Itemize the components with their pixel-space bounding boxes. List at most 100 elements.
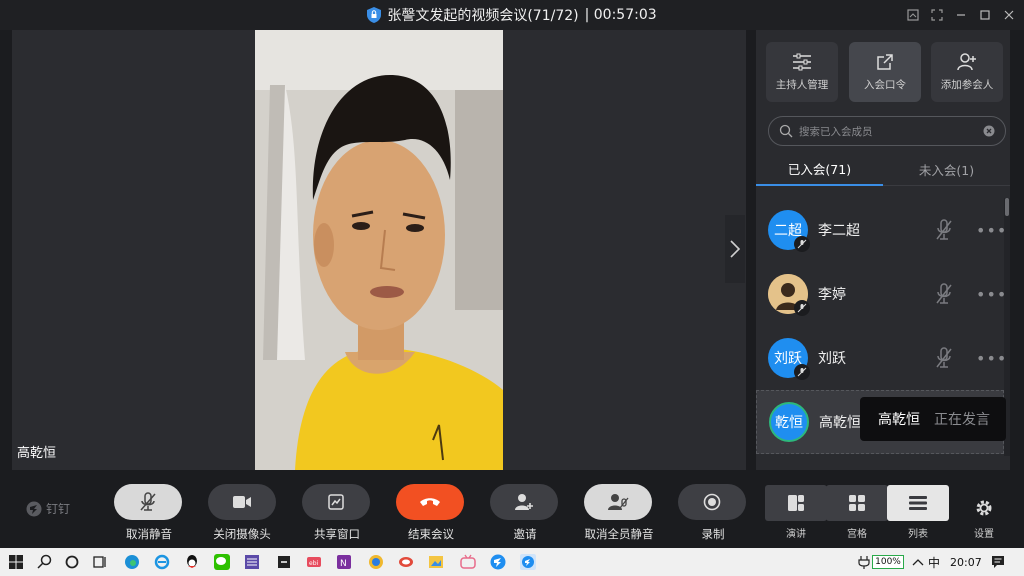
task-view-icon[interactable] [92,554,108,570]
unmute-label: 取消静音 [126,527,172,541]
svg-text:ebi: ebi [309,560,319,567]
tab-not-joined[interactable]: 未入会(1) [883,152,1010,186]
dingtalk-brand: 钉钉 [26,500,70,517]
record-button[interactable] [678,484,746,520]
app-icon[interactable] [398,554,414,570]
member-name: 李婷 [818,287,846,303]
ie-browser-icon[interactable] [154,554,170,570]
more-options-icon[interactable]: ••• [976,285,1007,304]
mic-muted-icon [140,492,156,511]
speaking-status: 正在发言 [934,412,990,428]
notes-icon[interactable] [276,554,292,570]
clock[interactable]: 20:07 [950,548,982,576]
member-row[interactable]: 李婷 ••• [756,262,1007,326]
dingtalk-icon[interactable] [490,554,506,570]
shield-lock-icon [367,7,382,23]
end-meeting-label: 结束会议 [408,527,454,541]
more-options-icon[interactable]: ••• [976,349,1007,368]
member-row[interactable]: 二超 李二超 ••• [756,198,1007,262]
host-management-label: 主持人管理 [775,78,829,91]
member-tabs: 已入会(71) 未入会(1) [756,152,1010,186]
ime-indicator[interactable]: 中 [928,548,940,576]
sliders-icon [793,53,811,70]
share-window-label: 共享窗口 [314,527,360,541]
member-name: 高乾恒 [819,415,861,431]
avatar: 刘跃 [768,338,810,380]
mic-muted-icon[interactable] [934,218,954,242]
camera-off-button[interactable] [208,484,276,520]
more-options-icon[interactable]: ••• [976,221,1007,240]
next-page-button[interactable] [725,215,745,283]
grid-view-label: 宫格 [847,529,867,540]
add-participant-button[interactable]: 添加参会人 [931,42,1003,102]
window-title: 张謦文发起的视频会议(71/72) | 00:57:03 [0,0,1024,30]
speaker-name-label: 高乾恒 [17,446,57,461]
avatar [768,274,810,316]
video-app-icon[interactable]: ebi [306,554,322,570]
host-management-button[interactable]: 主持人管理 [766,42,838,102]
meeting-timer: | 00:57:03 [584,7,657,23]
camera-off-label: 关闭摄像头 [213,527,271,541]
grid-view-button[interactable] [826,485,888,521]
onenote-icon[interactable]: N [336,554,352,570]
speaker-view-icon [788,495,804,511]
scrollbar-thumb[interactable] [1005,198,1009,216]
speaking-name: 高乾恒 [878,412,920,428]
mic-badge-icon [794,364,810,380]
minimize-button[interactable] [954,5,968,25]
browser-icon[interactable] [368,554,384,570]
member-search-box[interactable]: 搜索已入会成员 [768,116,1006,146]
chevron-right-icon [730,240,741,258]
app-icon[interactable] [244,554,260,570]
speaker-view-label: 演讲 [786,529,806,540]
invite-label: 邀请 [513,527,537,541]
unmute-button[interactable] [114,484,182,520]
bilibili-icon[interactable] [460,554,476,570]
notification-icon[interactable] [990,554,1006,570]
screenshot-icon[interactable] [906,5,920,25]
clear-search-icon[interactable] [983,125,995,137]
avatar: 乾恒 [769,402,809,442]
search-placeholder: 搜索已入会成员 [799,125,873,138]
gear-icon [976,500,992,516]
settings-button[interactable] [970,494,998,522]
mic-muted-icon[interactable] [934,346,954,370]
mic-muted-icon[interactable] [934,282,954,306]
dingtalk-meeting-icon[interactable] [520,554,536,570]
fullscreen-icon[interactable] [930,5,944,25]
cortana-icon[interactable] [64,554,80,570]
speaking-tooltip: 高乾恒 正在发言 [860,397,1006,441]
participant-video-feed[interactable] [255,30,503,470]
grid-view-icon [849,495,865,511]
close-button[interactable] [1002,5,1016,25]
invite-person-icon [515,494,533,510]
mic-badge-icon [794,236,810,252]
avatar: 二超 [768,210,810,252]
maximize-button[interactable] [978,5,992,25]
mic-badge-icon [794,300,810,316]
dingtalk-logo-icon [26,501,42,516]
tab-joined[interactable]: 已入会(71) [756,152,883,186]
search-icon[interactable] [37,554,53,570]
list-view-button[interactable] [887,485,949,521]
wechat-icon[interactable] [214,554,230,570]
qq-icon[interactable] [184,554,200,570]
chevron-up-icon[interactable] [910,554,926,570]
title-bar: 张謦文发起的视频会议(71/72) | 00:57:03 [0,0,1024,30]
windows-start-icon[interactable] [8,554,24,570]
mute-all-icon [608,494,629,510]
record-label: 录制 [701,527,725,541]
battery-indicator[interactable]: 100% [872,555,904,569]
unmute-all-button[interactable] [584,484,652,520]
edge-browser-icon[interactable] [124,554,140,570]
speaker-view-button[interactable] [765,485,827,521]
end-meeting-button[interactable] [396,484,464,520]
invite-button[interactable] [490,484,558,520]
image-viewer-icon[interactable] [428,554,444,570]
share-window-button[interactable] [302,484,370,520]
member-row[interactable]: 刘跃 刘跃 ••• [756,326,1007,390]
meeting-password-button[interactable]: 入会口令 [849,42,921,102]
list-view-icon [909,496,927,510]
add-person-icon [957,52,976,70]
windows-taskbar: ebi N 100% 中 20:07 [0,548,1024,576]
